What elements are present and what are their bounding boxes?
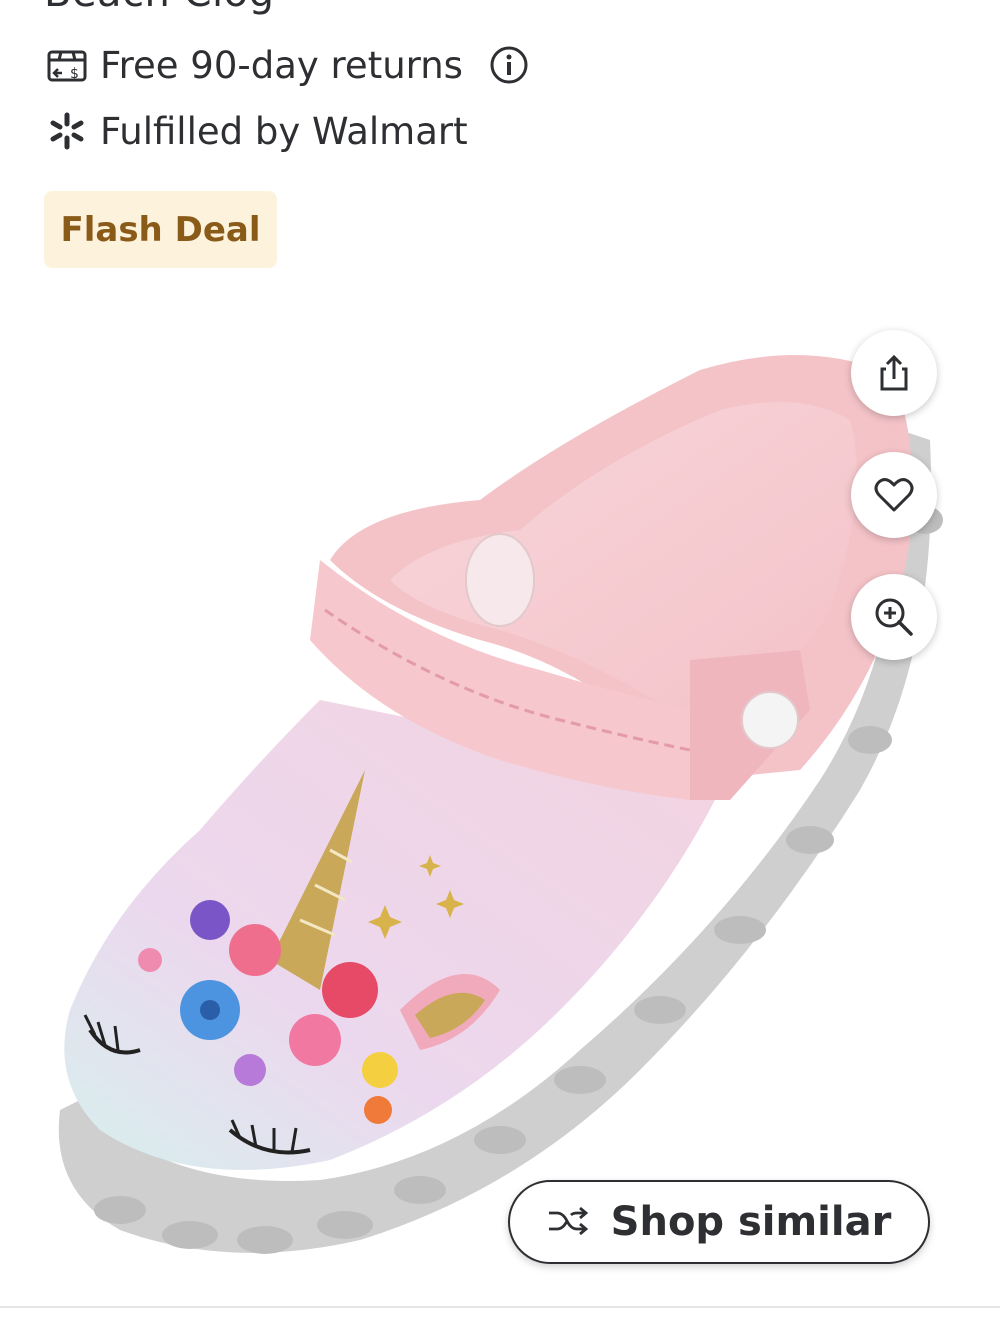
divider [0, 1306, 1000, 1308]
returns-text: Free 90-day returns [100, 43, 463, 87]
share-button[interactable] [851, 330, 937, 416]
zoom-in-icon [875, 598, 913, 636]
info-icon[interactable] [489, 45, 529, 85]
heart-icon [874, 478, 914, 512]
product-title: Beach Clog [44, 0, 275, 16]
zoom-button[interactable] [851, 574, 937, 660]
returns-row: $ Free 90-day returns [44, 42, 529, 88]
shuffle-icon [548, 1207, 588, 1236]
shop-similar-label: Shop similar [610, 1199, 892, 1245]
favorite-button[interactable] [851, 452, 937, 538]
returns-box-icon: $ [44, 42, 90, 88]
product-image[interactable] [0, 310, 1000, 1300]
walmart-spark-icon [44, 108, 90, 154]
shop-similar-button[interactable]: Shop similar [508, 1180, 930, 1264]
share-icon [880, 354, 908, 391]
fulfilled-row: Fulfilled by Walmart [44, 108, 468, 154]
fulfilled-text: Fulfilled by Walmart [100, 109, 468, 153]
flash-deal-badge: Flash Deal [44, 191, 277, 268]
svg-text:$: $ [70, 66, 79, 82]
